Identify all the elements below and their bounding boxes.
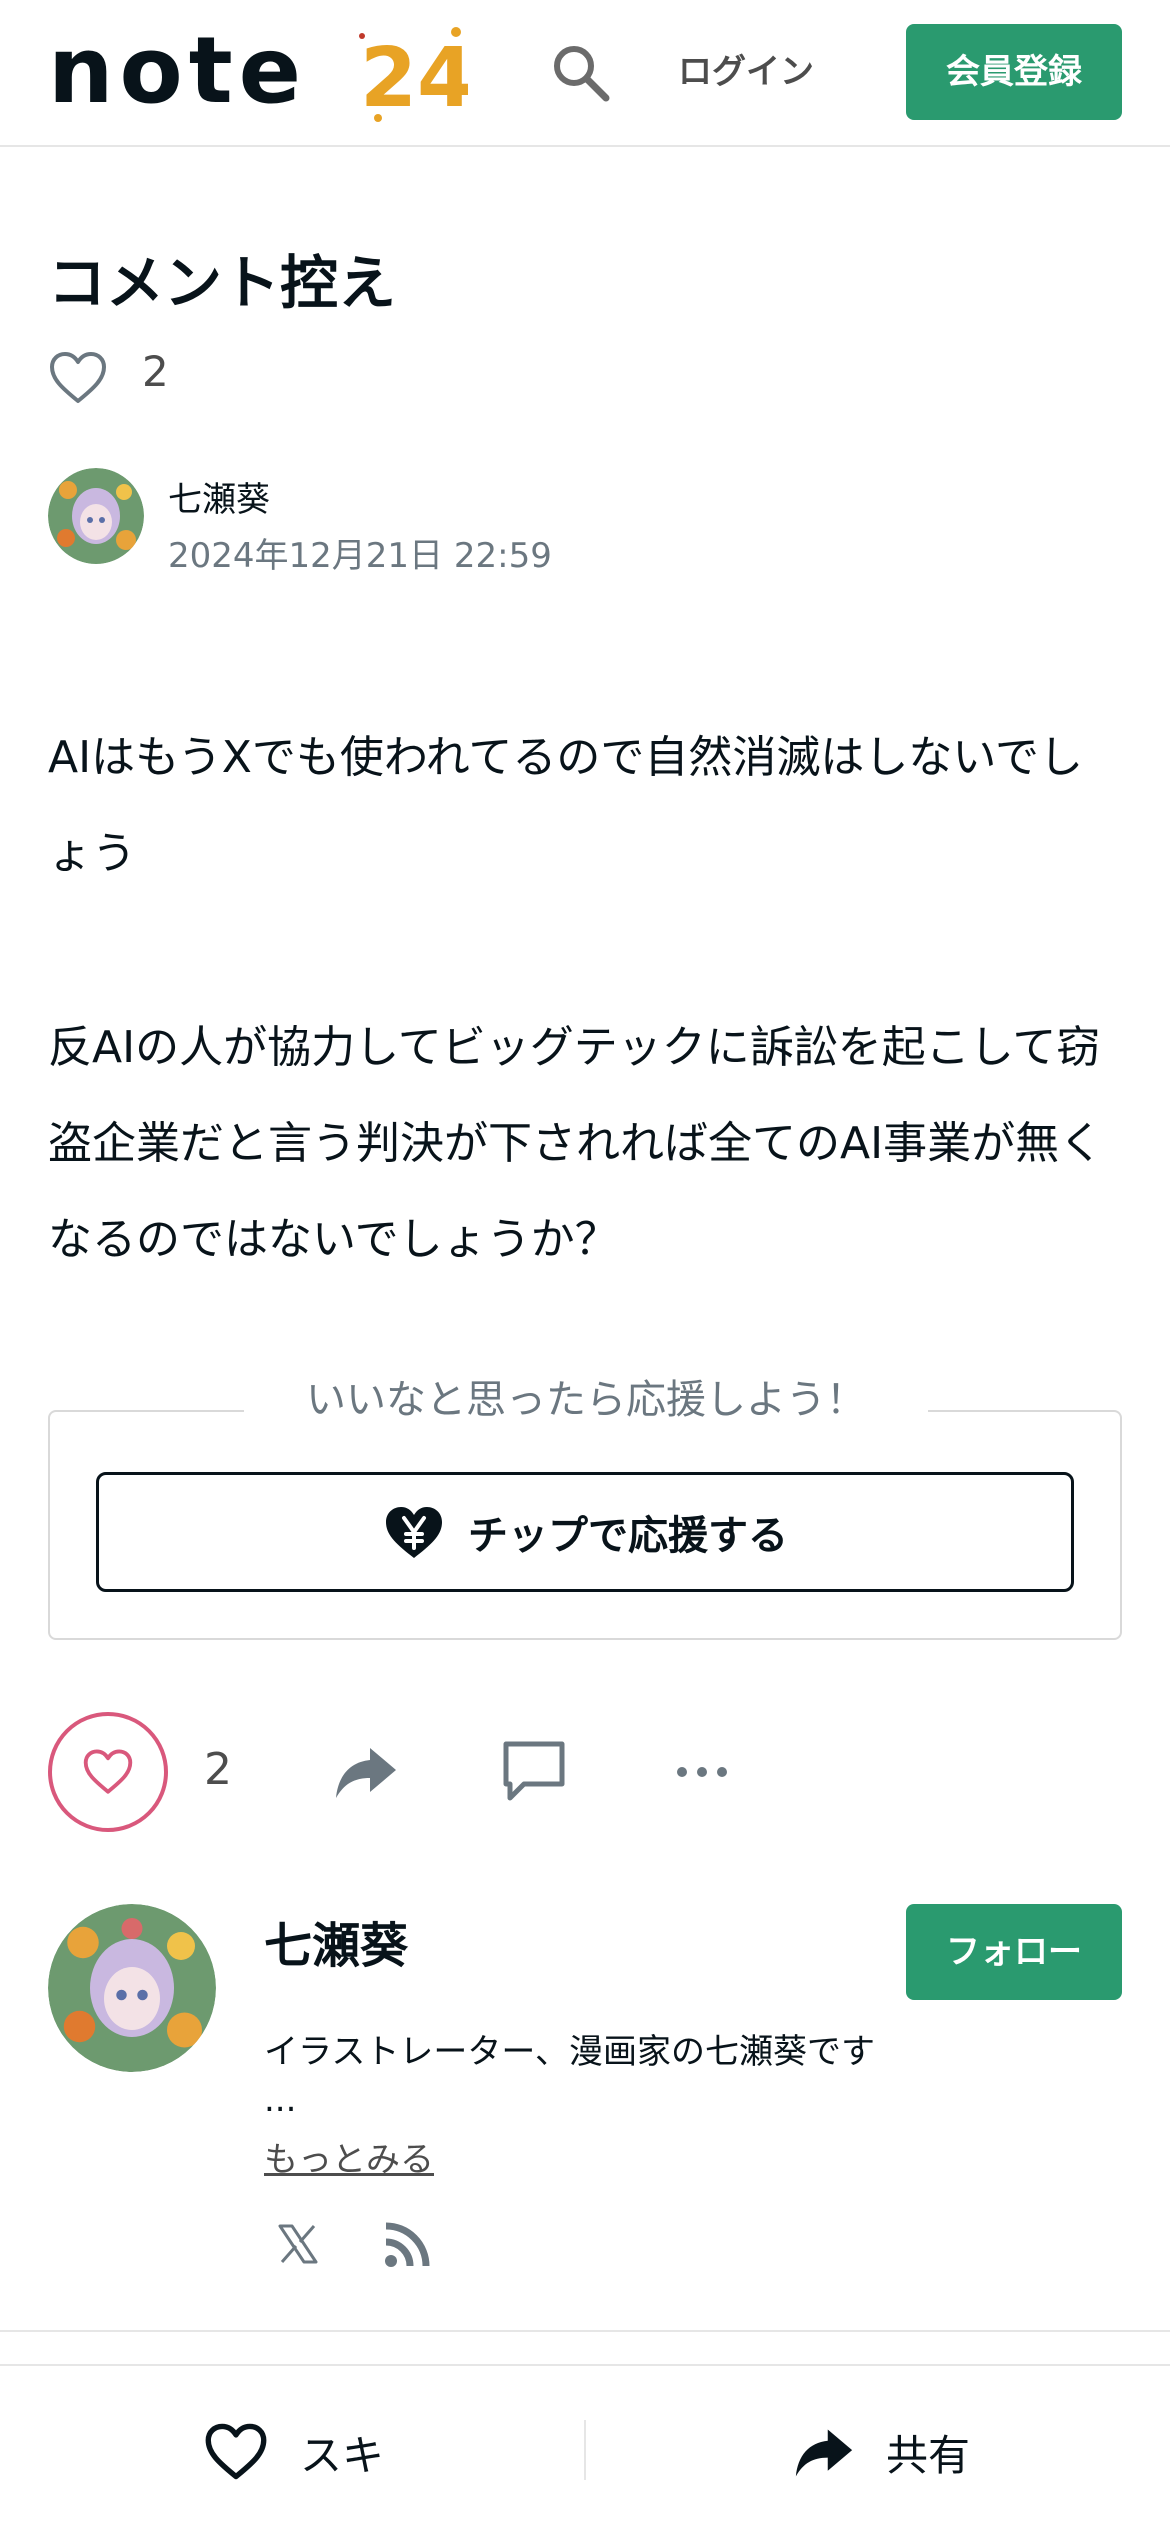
comment-icon[interactable]: [500, 1738, 568, 1804]
like-count: 2: [204, 1744, 232, 1795]
author-bio: イラストレーター、漫画家の七瀬葵です: [264, 2032, 875, 2072]
tip-button[interactable]: チップで応援する: [96, 1472, 1074, 1592]
author-name[interactable]: 七瀬葵: [168, 472, 270, 521]
login-link[interactable]: ログイン: [664, 44, 828, 100]
bottom-share-label: 共有: [886, 2430, 971, 2480]
follow-button[interactable]: フォロー: [906, 1904, 1122, 2000]
bottom-share-button[interactable]: 共有: [794, 2418, 970, 2486]
search-icon[interactable]: [548, 40, 612, 104]
publish-date: 2024年12月21日 22:59: [168, 536, 552, 576]
svg-text:24: 24: [360, 31, 468, 124]
yen-heart-icon: [386, 1507, 442, 1558]
bottom-like-button[interactable]: スキ: [204, 2418, 384, 2486]
svg-text:note: note: [48, 24, 307, 124]
article-paragraph: 反AIの人が協力してビッグテックに訴訟を起こして窃盗企業だと言う判決が下されれば…: [48, 1022, 1104, 1265]
bottom-action-bar: スキ 共有: [0, 2364, 1170, 2532]
signup-button[interactable]: 会員登録: [906, 24, 1122, 120]
heart-icon: [83, 1749, 133, 1794]
x-icon[interactable]: [276, 2222, 320, 2266]
header: note 24 ログイン 会員登録: [0, 0, 1170, 147]
more-icon[interactable]: [672, 1752, 732, 1792]
tip-button-label: チップで応援する: [468, 1514, 788, 1558]
like-count-top: 2: [142, 347, 169, 396]
like-button[interactable]: [48, 1712, 168, 1832]
share-icon: [795, 2429, 853, 2477]
bottom-bar-separator: [584, 2420, 586, 2480]
author-avatar[interactable]: [48, 468, 144, 564]
bottom-like-label: スキ: [300, 2430, 385, 2480]
support-label: いいなと思ったら応援しよう！: [244, 1372, 928, 1428]
author-card-avatar[interactable]: [48, 1904, 216, 2072]
article-title: コメント控え: [48, 249, 397, 317]
share-icon[interactable]: [334, 1740, 398, 1804]
heart-icon: [205, 2423, 267, 2480]
page: note 24 ログイン 会員登録 コメント控え 2 七瀬葵 2024年12月2…: [0, 0, 1170, 2532]
heart-icon: [50, 352, 106, 403]
article-paragraph: AIはもうXでも使われてるので自然消滅はしないでしょう: [48, 732, 1084, 879]
bio-ellipsis: ...: [264, 2080, 297, 2120]
note-logo[interactable]: note 24: [48, 24, 468, 124]
see-more-link[interactable]: もっとみる: [264, 2132, 434, 2181]
rss-icon[interactable]: [382, 2220, 432, 2270]
author-card-name[interactable]: 七瀬葵: [264, 1906, 408, 1976]
section-divider: [0, 2330, 1170, 2332]
